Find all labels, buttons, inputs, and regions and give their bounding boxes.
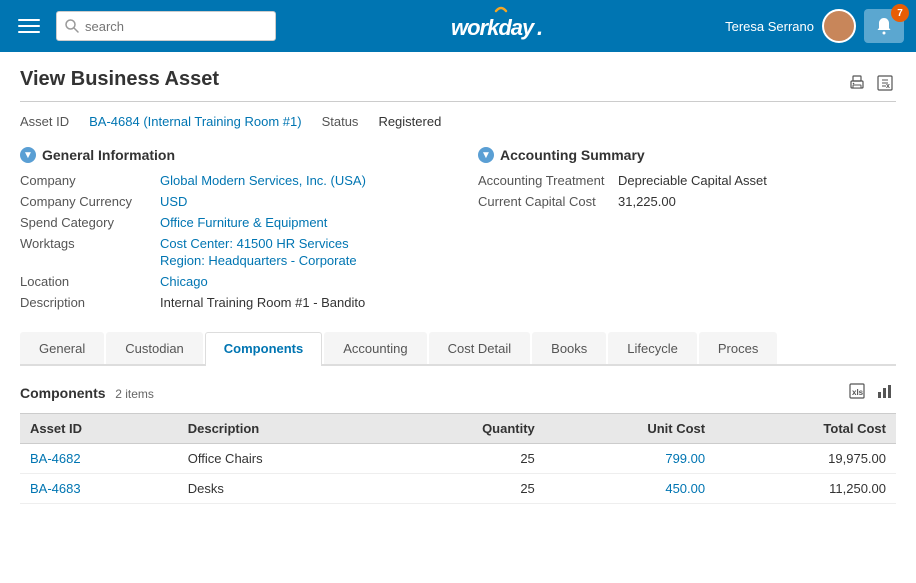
table-row: BA-4682 Office Chairs 25 799.00 19,975.0… xyxy=(20,444,896,474)
tab-proces[interactable]: Proces xyxy=(699,332,777,364)
field-label-accounting-treatment: Accounting Treatment xyxy=(478,173,618,188)
menu-button[interactable] xyxy=(12,15,46,37)
worktag-cost-center[interactable]: Cost Center: 41500 HR Services xyxy=(160,236,357,251)
table-row: BA-4683 Desks 25 450.00 11,250.00 xyxy=(20,474,896,504)
components-table: Asset ID Description Quantity Unit Cost … xyxy=(20,413,896,504)
row1-quantity: 25 xyxy=(386,444,545,474)
col-header-unit-cost: Unit Cost xyxy=(545,414,715,444)
tabs-bar: General Custodian Components Accounting … xyxy=(20,332,896,366)
app-header: workday . Teresa Serrano 7 xyxy=(0,0,916,52)
components-title: Components xyxy=(20,385,106,401)
field-label-company: Company xyxy=(20,173,160,188)
print-button[interactable] xyxy=(846,72,868,97)
row1-description: Office Chairs xyxy=(178,444,386,474)
general-info-section: ▼ General Information Company Global Mod… xyxy=(20,147,438,316)
col-header-description: Description xyxy=(178,414,386,444)
svg-text:workday: workday xyxy=(451,15,536,40)
row1-total-cost: 19,975.00 xyxy=(715,444,896,474)
field-value-worktags: Cost Center: 41500 HR Services Region: H… xyxy=(160,236,357,268)
row2-total-cost: 11,250.00 xyxy=(715,474,896,504)
page-content: View Business Asset x xyxy=(0,52,916,520)
field-label-location: Location xyxy=(20,274,160,289)
field-description: Description Internal Training Room #1 - … xyxy=(20,295,438,310)
col-header-asset-id: Asset ID xyxy=(20,414,178,444)
row2-asset-id[interactable]: BA-4683 xyxy=(20,474,178,504)
status-label: Status xyxy=(322,114,359,129)
accounting-summary-header: ▼ Accounting Summary xyxy=(478,147,896,163)
table-actions: xls xyxy=(846,380,896,405)
field-label-capital-cost: Current Capital Cost xyxy=(478,194,618,209)
field-label-spend-category: Spend Category xyxy=(20,215,160,230)
avatar[interactable] xyxy=(822,9,856,43)
logo-area: workday . xyxy=(286,3,715,49)
asset-meta: Asset ID BA-4684 (Internal Training Room… xyxy=(20,114,896,129)
chart-button[interactable] xyxy=(874,380,896,405)
search-icon xyxy=(65,19,79,33)
components-area: Components 2 items xls xyxy=(20,366,896,504)
tab-components[interactable]: Components xyxy=(205,332,322,366)
tab-books[interactable]: Books xyxy=(532,332,606,364)
components-count: 2 items xyxy=(115,387,154,401)
asset-id-link[interactable]: BA-4684 (Internal Training Room #1) xyxy=(89,114,301,129)
svg-text:xls: xls xyxy=(852,388,864,397)
tab-custodian[interactable]: Custodian xyxy=(106,332,203,364)
user-name: Teresa Serrano xyxy=(725,19,814,34)
field-label-description: Description xyxy=(20,295,160,310)
field-value-description: Internal Training Room #1 - Bandito xyxy=(160,295,365,310)
tab-lifecycle[interactable]: Lifecycle xyxy=(608,332,697,364)
export-button[interactable]: x xyxy=(874,72,896,97)
field-capital-cost: Current Capital Cost 31,225.00 xyxy=(478,194,896,209)
components-header: Components 2 items xls xyxy=(20,380,896,405)
accounting-summary-title: Accounting Summary xyxy=(500,147,645,163)
field-value-spend-category[interactable]: Office Furniture & Equipment xyxy=(160,215,327,230)
worktag-region[interactable]: Region: Headquarters - Corporate xyxy=(160,253,357,268)
field-worktags: Worktags Cost Center: 41500 HR Services … xyxy=(20,236,438,268)
row2-description: Desks xyxy=(178,474,386,504)
field-value-capital-cost: 31,225.00 xyxy=(618,194,676,209)
search-input[interactable] xyxy=(85,19,267,34)
tab-accounting[interactable]: Accounting xyxy=(324,332,426,364)
row2-quantity: 25 xyxy=(386,474,545,504)
general-info-title: General Information xyxy=(42,147,175,163)
search-box xyxy=(56,11,276,41)
general-info-collapse-icon[interactable]: ▼ xyxy=(20,147,36,163)
workday-logo: workday . xyxy=(441,3,561,49)
col-header-quantity: Quantity xyxy=(386,414,545,444)
row1-unit-cost: 799.00 xyxy=(545,444,715,474)
field-value-accounting-treatment: Depreciable Capital Asset xyxy=(618,173,767,188)
info-sections: ▼ General Information Company Global Mod… xyxy=(20,147,896,316)
field-label-worktags: Worktags xyxy=(20,236,160,268)
export-excel-button[interactable]: xls xyxy=(846,380,868,405)
field-currency: Company Currency USD xyxy=(20,194,438,209)
notification-badge: 7 xyxy=(891,4,909,22)
accounting-summary-section: ▼ Accounting Summary Accounting Treatmen… xyxy=(478,147,896,316)
field-accounting-treatment: Accounting Treatment Depreciable Capital… xyxy=(478,173,896,188)
tab-cost-detail[interactable]: Cost Detail xyxy=(429,332,531,364)
field-location: Location Chicago xyxy=(20,274,438,289)
components-title-area: Components 2 items xyxy=(20,385,154,401)
page-title: View Business Asset xyxy=(20,68,219,91)
row1-asset-id[interactable]: BA-4682 xyxy=(20,444,178,474)
field-value-currency[interactable]: USD xyxy=(160,194,187,209)
field-label-currency: Company Currency xyxy=(20,194,160,209)
user-area: Teresa Serrano 7 xyxy=(725,9,904,43)
svg-text:x: x xyxy=(886,83,890,90)
title-divider xyxy=(20,101,896,102)
field-company: Company Global Modern Services, Inc. (US… xyxy=(20,173,438,188)
accounting-summary-collapse-icon[interactable]: ▼ xyxy=(478,147,494,163)
field-value-company[interactable]: Global Modern Services, Inc. (USA) xyxy=(160,173,366,188)
field-value-location[interactable]: Chicago xyxy=(160,274,208,289)
field-spend-category: Spend Category Office Furniture & Equipm… xyxy=(20,215,438,230)
col-header-total-cost: Total Cost xyxy=(715,414,896,444)
row2-unit-cost: 450.00 xyxy=(545,474,715,504)
notifications-button[interactable]: 7 xyxy=(864,9,904,43)
general-info-header: ▼ General Information xyxy=(20,147,438,163)
svg-text:.: . xyxy=(537,15,542,40)
asset-id-label: Asset ID xyxy=(20,114,69,129)
tab-general[interactable]: General xyxy=(20,332,104,364)
status-value: Registered xyxy=(378,114,441,129)
table-header-row: Asset ID Description Quantity Unit Cost … xyxy=(20,414,896,444)
